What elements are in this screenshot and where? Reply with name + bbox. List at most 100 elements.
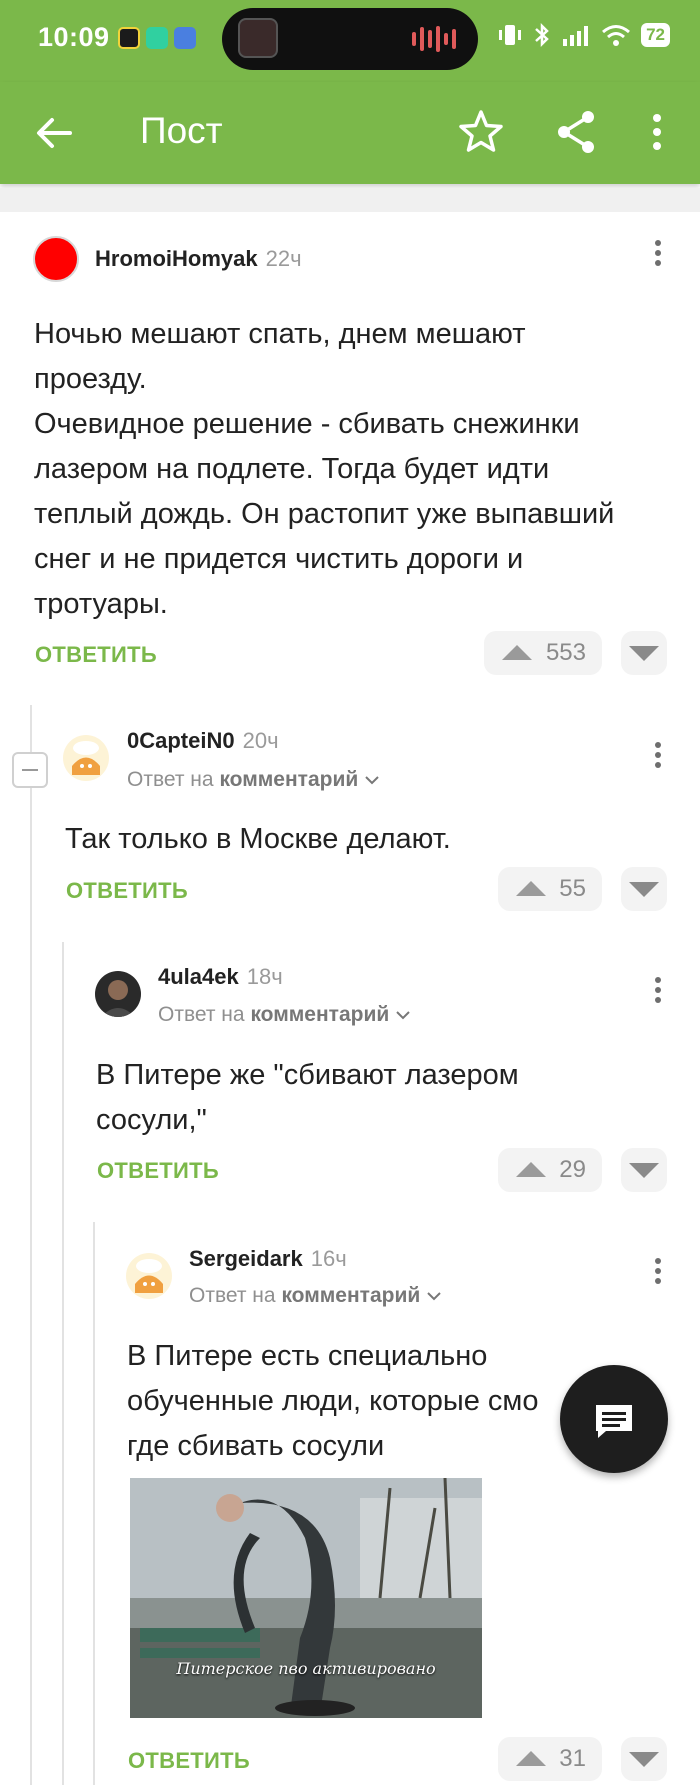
comment-text: В Питере есть специально обученные люди,… (127, 1334, 572, 1469)
text-line: тротуары. (34, 588, 168, 620)
comment-menu-icon[interactable] (646, 738, 670, 778)
collapse-thread-button[interactable] (12, 752, 48, 788)
downvote-button[interactable] (621, 1148, 667, 1192)
text-line: проезду. (34, 363, 147, 395)
author-name[interactable]: 4ula4ek (158, 964, 239, 989)
comment-author[interactable]: 4ula4ek 18ч (158, 964, 283, 990)
comment-text: Так только в Москве делают. (65, 817, 685, 862)
reply-button[interactable]: ОТВЕТИТЬ (97, 1158, 219, 1184)
downvote-icon (629, 646, 659, 661)
downvote-icon (629, 1752, 659, 1767)
status-bar: 10:09 72 (0, 0, 700, 82)
messenger-icon (146, 27, 168, 49)
upvote-icon (516, 1162, 546, 1177)
text-line: лазером на подлете. Тогда будет идти (34, 453, 550, 485)
user-photo-icon (101, 980, 135, 1017)
upvote-button[interactable]: 55 (498, 867, 602, 911)
status-time: 10:09 (38, 22, 110, 52)
downvote-button[interactable] (621, 631, 667, 675)
upvote-icon (516, 1751, 546, 1766)
default-avatar-icon (135, 1259, 163, 1293)
gif-caption: Питерское пво активировано (176, 1659, 436, 1678)
vote-count: 31 (559, 1745, 586, 1772)
chevron-down-icon[interactable] (426, 1290, 442, 1302)
dynamic-island-media[interactable] (222, 8, 478, 70)
text-line: обученные люди, которые смо (127, 1385, 539, 1417)
upvote-icon (516, 881, 546, 896)
text-line: В Питере есть специально (127, 1340, 488, 1372)
signal-icon (563, 26, 589, 46)
more-vertical-icon[interactable] (642, 106, 672, 158)
reply-to-link[interactable]: Ответ на комментарий (127, 768, 380, 792)
author-name[interactable]: 0CapteiN0 (127, 728, 235, 753)
upvote-button[interactable]: 553 (484, 631, 602, 675)
upvote-button[interactable]: 31 (498, 1737, 602, 1781)
comment-time: 18ч (246, 964, 283, 989)
text-line: теплый дождь. Он растопит уже выпавший (34, 498, 615, 530)
downvote-icon (629, 882, 659, 897)
bluetooth-icon (535, 22, 549, 48)
text-line: снег и не придется чистить дороги и (34, 543, 524, 575)
vote-count: 55 (559, 875, 586, 902)
comment-menu-icon[interactable] (646, 973, 670, 1013)
comment-author[interactable]: HromoiHomyak 22ч (95, 246, 302, 272)
comment-time: 20ч (242, 728, 279, 753)
back-arrow-icon[interactable] (30, 108, 80, 158)
thread-line (62, 942, 64, 1785)
comment-author[interactable]: Sergeidark 16ч (189, 1246, 347, 1272)
comment-gif[interactable]: Питерское пво активировано (130, 1478, 482, 1718)
gallery-icon (174, 27, 196, 49)
reply-to-target[interactable]: комментарий (219, 768, 358, 791)
reply-to-target[interactable]: комментарий (250, 1003, 389, 1026)
write-comment-button[interactable] (560, 1365, 668, 1473)
reply-button[interactable]: ОТВЕТИТЬ (35, 642, 157, 668)
reply-button[interactable]: ОТВЕТИТЬ (66, 878, 188, 904)
downvote-icon (629, 1163, 659, 1178)
comment-author[interactable]: 0CapteiN0 20ч (127, 728, 279, 754)
reply-to-prefix: Ответ на (189, 1284, 276, 1307)
avatar[interactable] (63, 735, 109, 781)
downvote-button[interactable] (621, 867, 667, 911)
text-line: сосули," (96, 1104, 207, 1136)
chevron-down-icon[interactable] (395, 1009, 411, 1021)
text-line: Очевидное решение - сбивать снежинки (34, 408, 580, 440)
share-icon[interactable] (550, 106, 602, 158)
reply-to-prefix: Ответ на (127, 768, 214, 791)
thread-line (30, 705, 32, 1785)
comment-icon (596, 1405, 632, 1438)
comment-menu-icon[interactable] (646, 1254, 670, 1294)
media-thumbnail (238, 18, 278, 58)
thread-line (93, 1222, 95, 1785)
wifi-icon (602, 25, 631, 46)
battery-indicator: 72 (641, 23, 670, 47)
upvote-button[interactable]: 29 (498, 1148, 602, 1192)
reply-button[interactable]: ОТВЕТИТЬ (128, 1748, 250, 1774)
avatar[interactable] (95, 971, 141, 1017)
reply-to-prefix: Ответ на (158, 1003, 245, 1026)
gif-scene (130, 1478, 482, 1718)
author-name[interactable]: HromoiHomyak (95, 246, 258, 271)
vote-count: 553 (545, 639, 586, 666)
star-icon[interactable] (455, 106, 507, 158)
text-line: Так только в Москве делают. (65, 823, 451, 855)
comment-text: Ночью мешают спать, днем мешают проезду.… (34, 312, 684, 627)
reply-to-link[interactable]: Ответ на комментарий (158, 1003, 411, 1027)
upvote-icon (502, 645, 532, 660)
chevron-down-icon[interactable] (364, 774, 380, 786)
text-line: Ночью мешают спать, днем мешают (34, 318, 526, 350)
avatar[interactable] (33, 236, 79, 282)
downvote-button[interactable] (621, 1737, 667, 1781)
reply-to-link[interactable]: Ответ на комментарий (189, 1284, 442, 1308)
page-title: Пост (140, 110, 223, 151)
comment-time: 22ч (265, 246, 302, 271)
text-line: В Питере же "сбивают лазером (96, 1059, 519, 1091)
section-divider (0, 188, 700, 212)
avatar[interactable] (126, 1253, 172, 1299)
reply-to-target[interactable]: комментарий (281, 1284, 420, 1307)
author-name[interactable]: Sergeidark (189, 1246, 303, 1271)
audio-wave-icon (412, 26, 456, 52)
comment-menu-icon[interactable] (646, 236, 670, 276)
system-status-icons: 72 (497, 22, 670, 48)
app-bar: Пост (0, 82, 700, 184)
notification-app-icon (118, 27, 140, 49)
